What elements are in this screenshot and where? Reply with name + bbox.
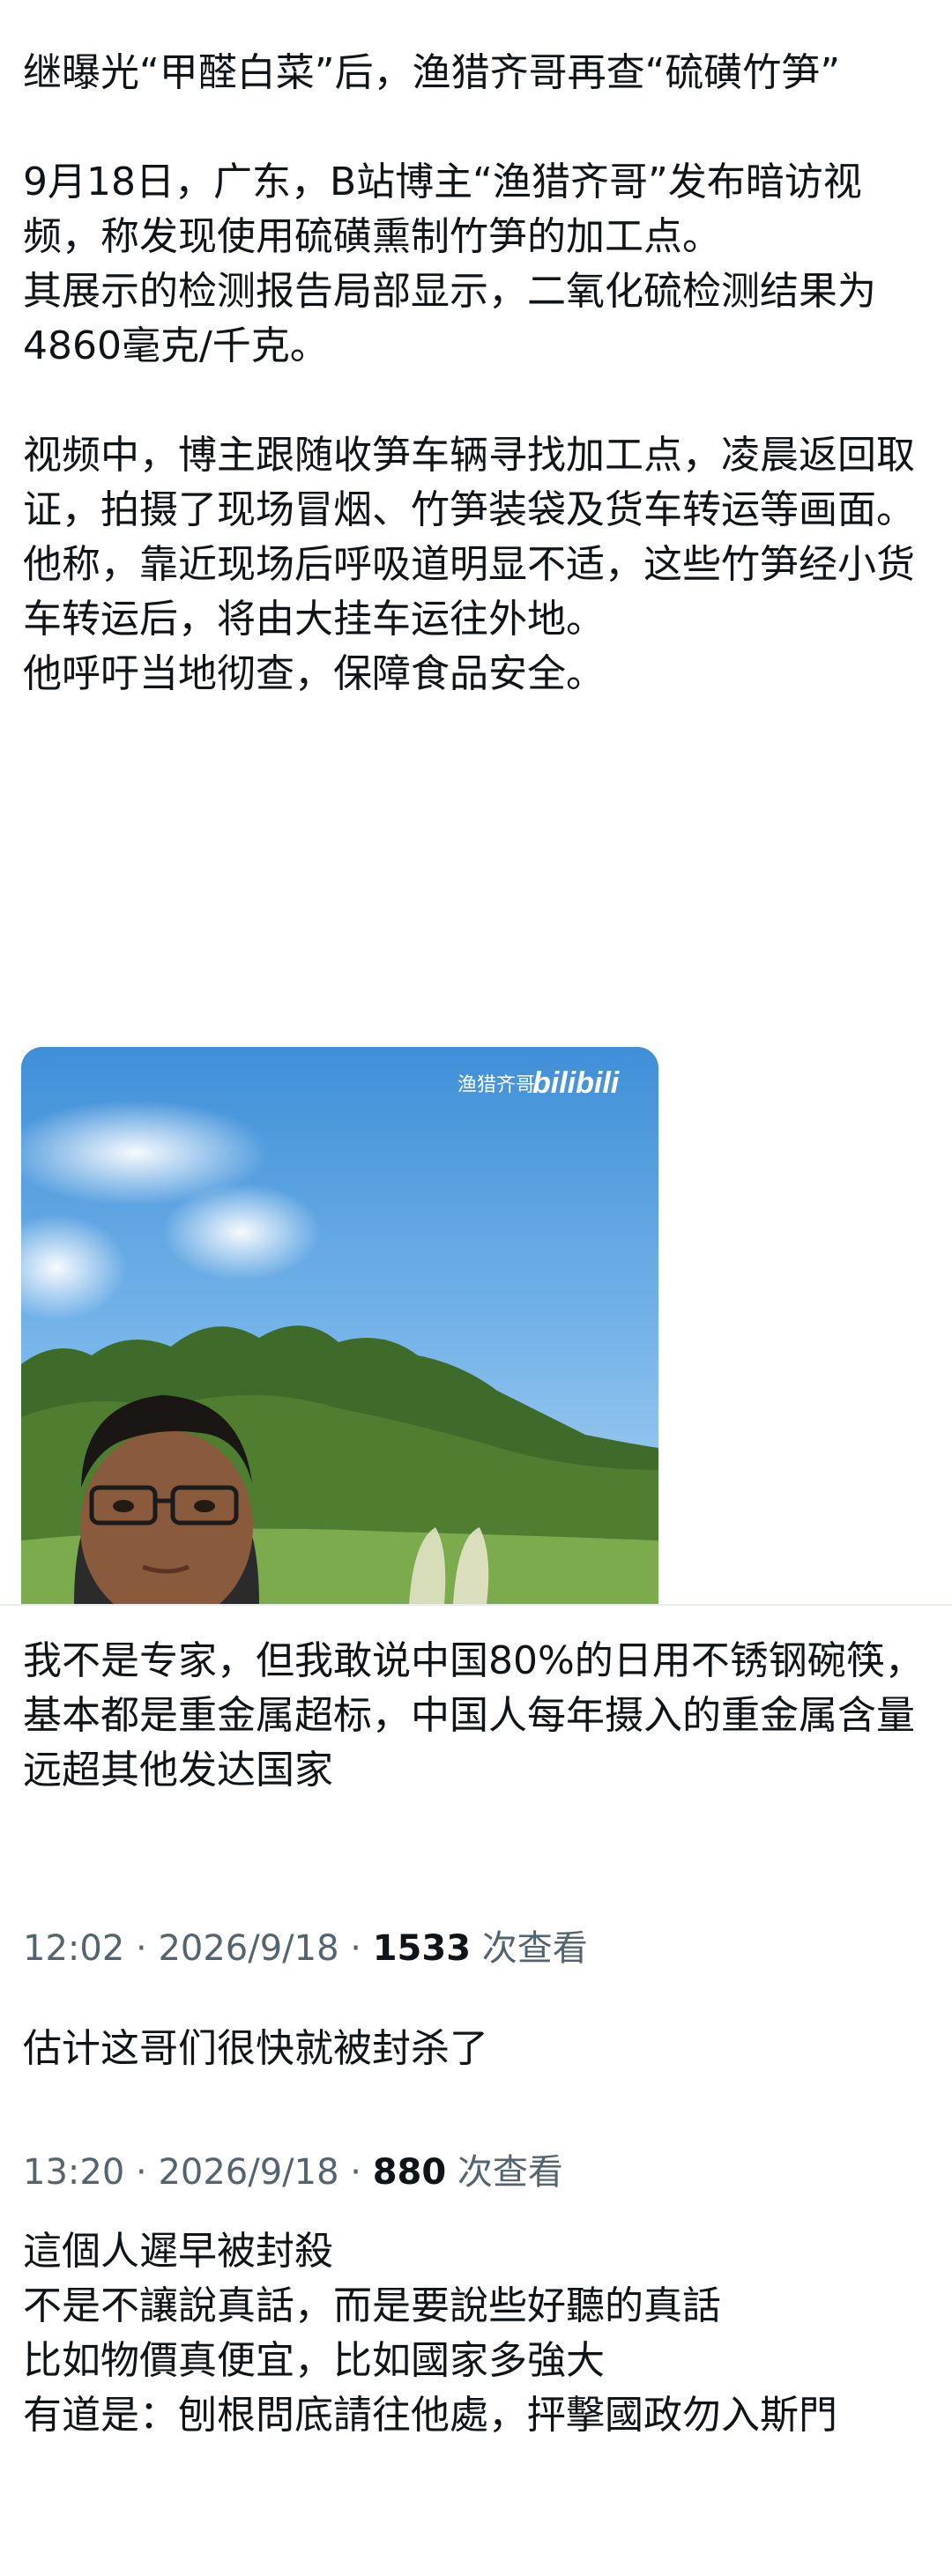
post: 继曝光“甲醛白菜”后，渔猎齐哥再查“硫磺竹笋” 9月18日，广东，B站博主“渔猎… (0, 0, 952, 1604)
video-frame-image: 渔猎齐哥 bilibili (21, 1047, 658, 1604)
reply-text: 這個人遲早被封殺 不是不讓說真話，而是要說些好聽的真話 比如物價真便宜，比如國家… (23, 2229, 837, 2438)
reply-1: 我不是专家，但我敢说中国80%的日用不锈钢碗筷，基本都是重金属超标，中国人每年摄… (23, 1634, 931, 1798)
reply-time: 12:02 (23, 1928, 125, 1969)
video-thumbnail[interactable]: 渔猎齐哥 bilibili (21, 1047, 658, 1604)
reply-text: 我不是专家，但我敢说中国80%的日用不锈钢碗筷，基本都是重金属超标，中国人每年摄… (23, 1638, 924, 1793)
views-label: 次查看 (446, 2152, 563, 2193)
meta-separator: · (124, 1928, 159, 1969)
view-count: 880 (372, 2152, 447, 2193)
reply-date: 2026/9/18 (158, 2152, 339, 2193)
meta-separator: · (124, 2152, 159, 2193)
reply-date: 2026/9/18 (158, 1928, 339, 1969)
reply-2-meta: 13:20 · 2026/9/18 · 880 次查看 (23, 2150, 563, 2194)
meta-separator: · (338, 1928, 373, 1969)
watermark-channel-text: 渔猎齐哥 (457, 1073, 535, 1095)
post-text: 继曝光“甲醛白菜”后，渔猎齐哥再查“硫磺竹笋” 9月18日，广东，B站博主“渔猎… (23, 50, 915, 696)
views-label: 次查看 (471, 1928, 588, 1969)
reply-1-meta: 12:02 · 2026/9/18 · 1533 次查看 (23, 1926, 588, 1971)
view-count: 1533 (372, 1928, 472, 1969)
divider (0, 1604, 952, 1606)
reply-2: 估计这哥们很快就被封杀了 (23, 2022, 931, 2076)
meta-separator: · (338, 2152, 373, 2193)
reply-time: 13:20 (23, 2152, 125, 2193)
reply-text: 估计这哥们很快就被封杀了 (23, 2026, 488, 2071)
watermark-brand-text: bilibili (532, 1066, 621, 1100)
reply-3: 這個人遲早被封殺 不是不讓說真話，而是要說些好聽的真話 比如物價真便宜，比如國家… (23, 2224, 931, 2443)
